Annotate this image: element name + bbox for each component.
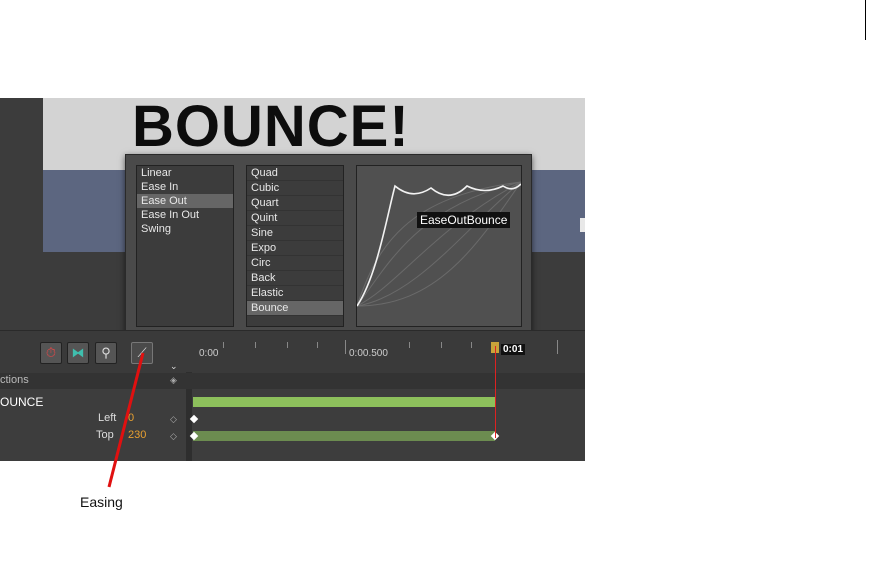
annotation-pointer-line xyxy=(107,352,145,488)
annotation-layer xyxy=(107,352,145,488)
annotation-label: Easing xyxy=(80,494,123,510)
